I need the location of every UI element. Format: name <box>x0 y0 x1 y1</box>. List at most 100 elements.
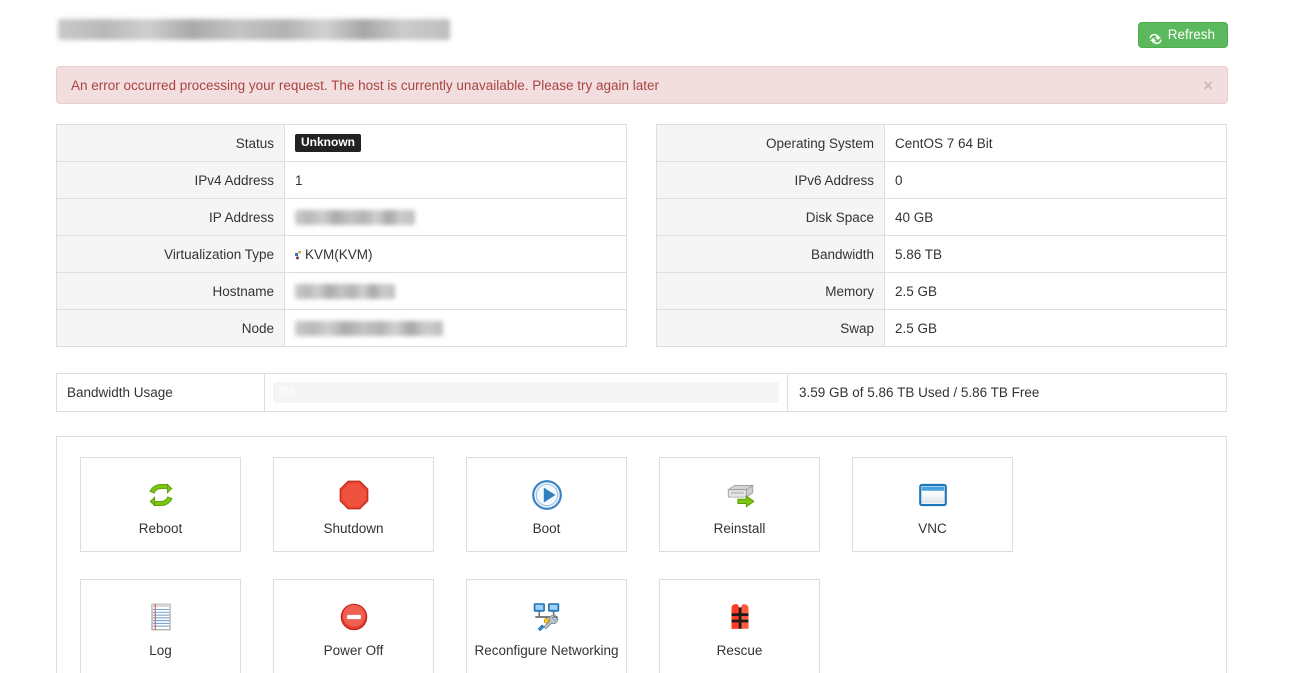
info-label: Disk Space <box>657 199 885 235</box>
action-button-reconfigure-networking[interactable]: Reconfigure Networking <box>466 579 627 673</box>
info-label: Swap <box>657 310 885 346</box>
table-row: Hostname <box>57 273 626 310</box>
redacted-value <box>295 283 395 299</box>
info-value: CentOS 7 64 Bit <box>895 135 993 151</box>
info-value: 40 GB <box>895 209 934 225</box>
table-row: Status Unknown <box>57 125 626 162</box>
page-header: Refresh <box>56 14 1228 58</box>
bandwidth-progress-text: 0% <box>278 386 295 398</box>
info-value: KVM(KVM) <box>285 236 626 272</box>
action-button-label: Log <box>149 643 172 658</box>
rescue-icon <box>731 604 748 629</box>
virtualization-glyph-icon <box>295 248 304 260</box>
page-title-redacted <box>58 19 450 40</box>
reinstall-icon <box>723 473 757 517</box>
reboot-icon <box>148 483 173 507</box>
table-row: Node <box>57 310 626 347</box>
power-off-icon <box>337 595 371 639</box>
info-value: 2.5 GB <box>895 283 938 299</box>
close-icon[interactable]: × <box>1203 77 1227 94</box>
bandwidth-progress-cell: 0% <box>265 374 788 411</box>
action-button-rescue[interactable]: Rescue <box>659 579 820 673</box>
info-label: IPv4 Address <box>57 162 285 198</box>
action-button-reboot[interactable]: Reboot <box>80 457 241 552</box>
info-label: Operating System <box>657 125 885 161</box>
server-actions-grid: Reboot Shutdown Boot Reinstall VNC Log P… <box>57 437 1226 673</box>
info-value <box>285 199 626 235</box>
info-label: Node <box>57 310 285 346</box>
info-value-text: 1 <box>295 172 303 188</box>
info-label: Status <box>57 125 285 161</box>
table-row: Memory 2.5 GB <box>657 273 1226 310</box>
info-value: 0 <box>895 172 903 188</box>
shutdown-icon <box>337 473 371 517</box>
info-label: Bandwidth <box>657 236 885 272</box>
bandwidth-progress-bar: 0% <box>273 382 779 403</box>
info-value: Unknown <box>285 125 626 161</box>
bandwidth-usage-summary: 3.59 GB of 5.86 TB Used / 5.86 TB Free <box>799 385 1040 400</box>
action-button-label: Shutdown <box>323 521 384 536</box>
action-button-label: Reboot <box>138 521 183 536</box>
table-row: Swap 2.5 GB <box>657 310 1226 347</box>
reinstall-icon <box>726 484 755 508</box>
vnc-icon <box>918 483 947 507</box>
table-row: IPv6 Address 0 <box>657 162 1226 199</box>
info-value: 2.5 GB <box>895 320 938 336</box>
info-label: Virtualization Type <box>57 236 285 272</box>
action-button-label: Boot <box>532 521 561 536</box>
action-button-label: Reconfigure Networking <box>474 643 619 658</box>
power-off-icon <box>340 603 367 631</box>
info-label: Hostname <box>57 273 285 309</box>
table-row: Operating System CentOS 7 64 Bit <box>657 125 1226 162</box>
server-info-table-right: Operating System CentOS 7 64 Bit IPv6 Addr… <box>656 124 1227 347</box>
action-button-label: Reinstall <box>713 521 766 536</box>
bandwidth-usage-row: Bandwidth Usage 0% 3.59 GB of 5.86 TB Us… <box>57 374 1226 411</box>
action-button-shutdown[interactable]: Shutdown <box>273 457 434 552</box>
action-button-boot[interactable]: Boot <box>466 457 627 552</box>
action-button-reinstall[interactable]: Reinstall <box>659 457 820 552</box>
reconfigure-networking-icon <box>533 603 559 632</box>
action-button-vnc[interactable]: VNC <box>852 457 1013 552</box>
table-row: IP Address <box>57 199 626 236</box>
error-alert-message: An error occurred processing your reques… <box>71 77 660 93</box>
info-value: 5.86 TB <box>895 246 943 262</box>
info-value-text: KVM(KVM) <box>305 246 373 262</box>
log-icon <box>144 595 178 639</box>
refresh-icon <box>1149 29 1162 44</box>
action-button-log[interactable]: Log <box>80 579 241 673</box>
boot-icon <box>531 480 562 510</box>
server-info-table-left: Status Unknown IPv4 Address 1 IP Address Vir… <box>56 124 627 347</box>
error-alert: An error occurred processing your reques… <box>56 66 1228 104</box>
table-row: Bandwidth 5.86 TB <box>657 236 1226 273</box>
info-value <box>285 310 626 346</box>
reboot-icon <box>144 473 178 517</box>
info-value: 1 <box>285 162 626 198</box>
action-button-label: Power Off <box>323 643 384 658</box>
table-row: Virtualization Type KVM(KVM) <box>57 236 626 273</box>
action-button-label: VNC <box>918 521 947 536</box>
boot-icon <box>530 473 564 517</box>
reconfigure-networking-icon <box>530 595 564 639</box>
table-row: Disk Space 40 GB <box>657 199 1226 236</box>
refresh-button-label: Refresh <box>1167 27 1215 42</box>
action-button-label: Rescue <box>716 643 763 658</box>
info-label: IP Address <box>57 199 285 235</box>
bandwidth-usage-label: Bandwidth Usage <box>57 374 265 411</box>
info-label: IPv6 Address <box>657 162 885 198</box>
info-value <box>285 273 626 309</box>
table-row: IPv4 Address 1 <box>57 162 626 199</box>
redacted-value <box>295 320 443 336</box>
action-button-power-off[interactable]: Power Off <box>273 579 434 673</box>
vps-management-page: Refresh An error occurred processing you… <box>0 0 1290 673</box>
info-label: Memory <box>657 273 885 309</box>
status-badge: Unknown <box>295 133 361 153</box>
vnc-icon <box>916 473 950 517</box>
shutdown-icon <box>339 480 368 510</box>
rescue-icon <box>723 595 757 639</box>
log-icon <box>150 603 171 631</box>
bandwidth-usage-table: Bandwidth Usage 0% 3.59 GB of 5.86 TB Us… <box>56 373 1227 412</box>
page-title <box>56 16 450 45</box>
refresh-button[interactable]: Refresh <box>1137 22 1228 48</box>
redacted-value <box>295 209 415 225</box>
server-actions-panel: Reboot Shutdown Boot Reinstall VNC Log P… <box>56 436 1227 673</box>
